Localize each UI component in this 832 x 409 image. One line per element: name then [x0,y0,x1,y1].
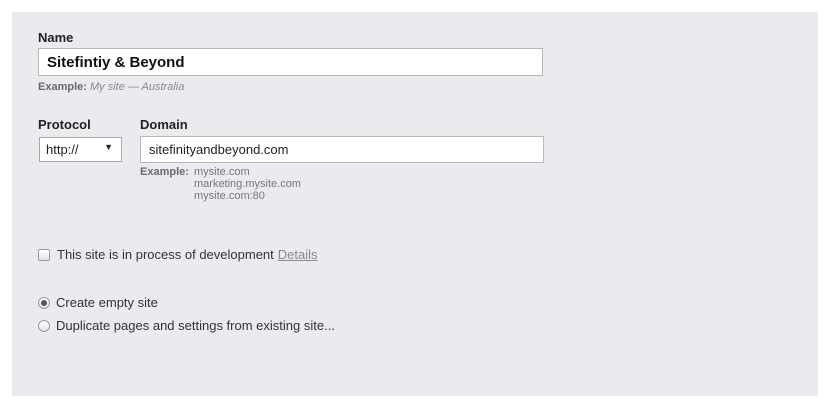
development-checkbox-label: This site is in process of development [57,247,274,262]
domain-example-item: mysite.com [194,166,250,178]
domain-label: Domain [140,117,188,132]
duplicate-site-radio[interactable] [38,319,50,332]
create-empty-site-label: Create empty site [56,295,158,310]
protocol-select-value: http:// [46,142,79,157]
development-checkbox[interactable] [38,248,50,261]
domain-example-item: marketing.mysite.com [194,178,301,190]
name-example-hint: Example: My site — Australia [38,81,184,93]
development-row: This site is in process of development D… [38,247,318,262]
protocol-label: Protocol [38,117,91,132]
name-example-label: Example: [38,81,87,93]
create-empty-site-row: Create empty site [38,295,158,310]
name-example-value: My site — Australia [89,81,185,93]
dropdown-arrow-icon: ▼ [104,142,113,152]
domain-input[interactable] [140,136,544,163]
duplicate-site-row: Duplicate pages and settings from existi… [38,318,335,333]
domain-example-item: mysite.com:80 [194,190,265,202]
page: Name Example: My site — Australia Protoc… [0,0,832,409]
domain-example-label: Example: [140,166,189,178]
details-link[interactable]: Details [278,247,318,262]
domain-example-list: mysite.com marketing.mysite.com mysite.c… [194,166,301,202]
create-empty-site-radio[interactable] [38,296,50,309]
name-label: Name [38,30,74,45]
name-input[interactable] [38,48,543,76]
duplicate-site-label: Duplicate pages and settings from existi… [56,318,335,333]
protocol-select[interactable]: http:// ▼ [39,137,122,162]
